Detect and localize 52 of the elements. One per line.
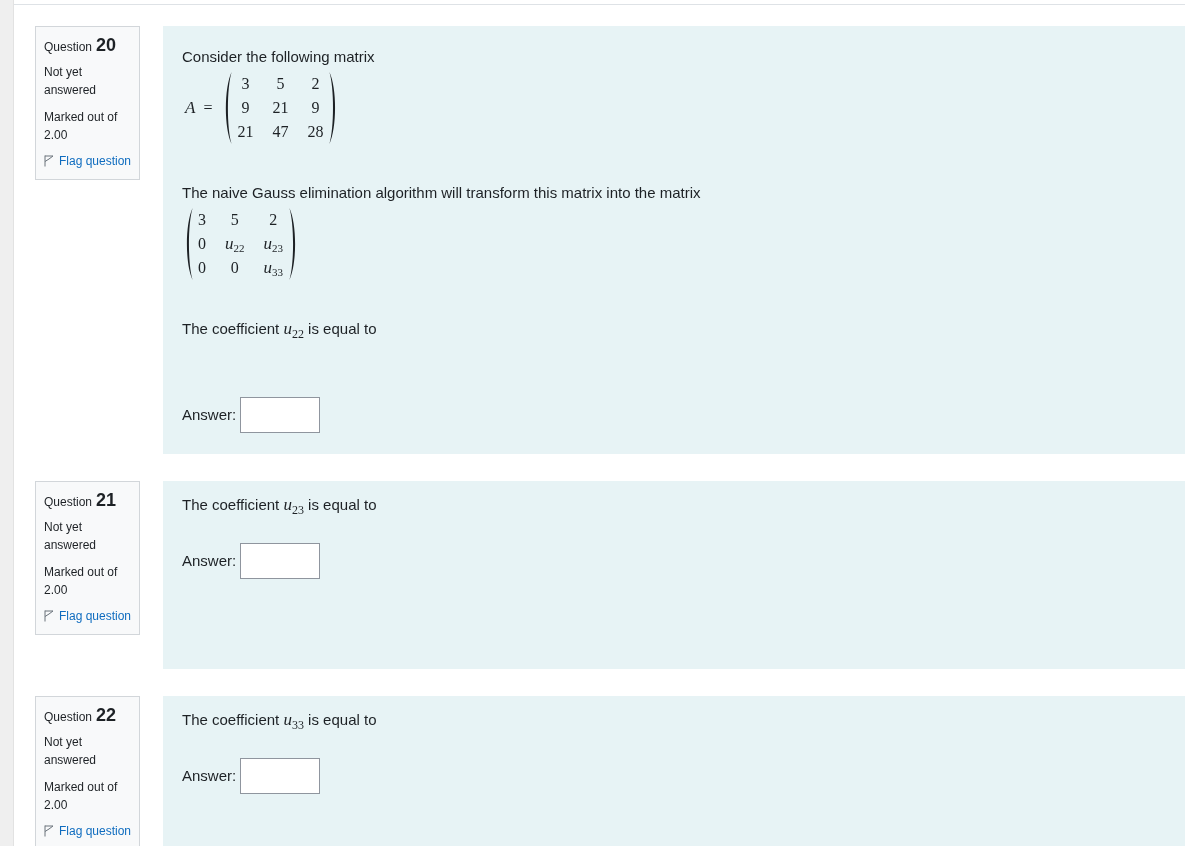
question-status: Not yet answered (44, 64, 98, 99)
question-text: The coefficient u$_{33}$ is equal to (182, 709, 378, 731)
matrix-entry: 5 (230, 210, 239, 230)
matrix-entry: 9 (311, 98, 320, 118)
answer-field[interactable] (240, 758, 321, 794)
matrix-entry: u$_{23}$ (263, 234, 283, 254)
question-number: 20 (96, 34, 117, 56)
matrix-entry: 0 (230, 258, 239, 278)
question-grade: Marked out of 2.00 (44, 779, 119, 814)
answer-field[interactable] (240, 397, 321, 433)
matrix-entry: 0 (198, 258, 206, 278)
flag-icon (44, 825, 54, 837)
matrix-entry: 47 (272, 122, 289, 142)
flag-question-link[interactable]: Flag question (44, 152, 132, 170)
question-grade: Marked out of 2.00 (44, 109, 119, 144)
right-parenthesis-icon (329, 72, 338, 144)
question-status: Not yet answered (44, 734, 98, 769)
question-text: The coefficient u$_{22}$ is equal to (182, 318, 378, 340)
question-text: Consider the following matrix (182, 47, 376, 67)
question-number: 21 (96, 489, 117, 511)
flag-question-link[interactable]: Flag question (44, 822, 132, 840)
matrix-entry: 21 (237, 122, 254, 142)
answer-field[interactable] (240, 543, 321, 579)
question-text: The naive Gauss elimination algorithm will transform this matrix into the matrix (182, 183, 702, 203)
matrix-entry: 2 (311, 74, 320, 94)
question-grade: Marked out of 2.00 (44, 564, 119, 599)
left-parenthesis-icon (224, 72, 233, 144)
matrix-entry: 3 (198, 210, 206, 230)
answer-label: Answer: (182, 551, 237, 571)
matrix-entry: 9 (241, 98, 250, 118)
matrix-entry: 28 (307, 122, 324, 142)
answer-label: Answer: (182, 766, 237, 786)
matrix-entry: 5 (276, 74, 285, 94)
question-label: Question (44, 39, 93, 56)
flag-icon (44, 610, 54, 622)
matrix-entry: 0 (198, 234, 206, 254)
question-number: 22 (96, 704, 117, 726)
flag-icon (44, 155, 54, 167)
matrix-entry: 21 (272, 98, 289, 118)
left-parenthesis-icon (185, 208, 193, 280)
right-parenthesis-icon (289, 208, 297, 280)
flag-question-link[interactable]: Flag question (44, 607, 132, 625)
question-text: The coefficient u$_{23}$ is equal to (182, 494, 378, 516)
question-label: Question (44, 709, 93, 726)
question-status: Not yet answered (44, 519, 98, 554)
matrix-entry: u$_{33}$ (263, 258, 283, 278)
answer-label: Answer: (182, 405, 237, 425)
question-label: Question (44, 494, 93, 511)
matrix-label: A = (185, 97, 213, 119)
matrix-entry: u$_{22}$ (225, 234, 245, 254)
matrix-entry: 3 (241, 74, 250, 94)
matrix-entry: 2 (269, 210, 278, 230)
